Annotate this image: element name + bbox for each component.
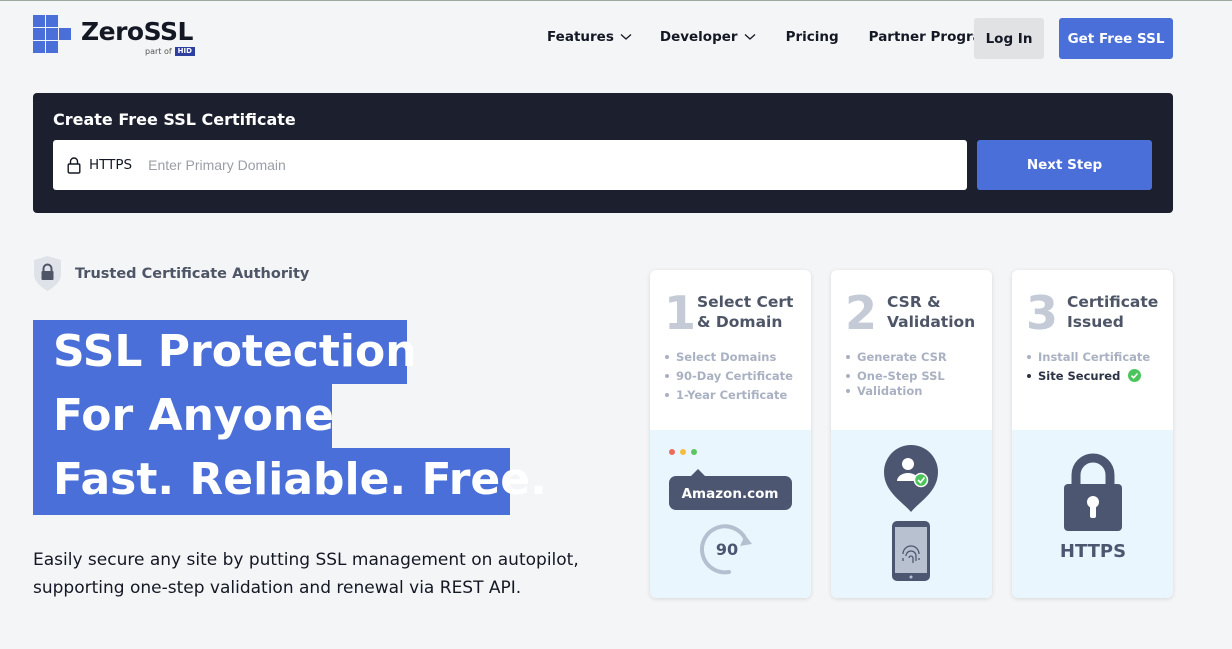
step-number: 1 — [664, 286, 697, 340]
check-icon — [913, 472, 929, 488]
step-title-line-1: CSR & — [887, 293, 941, 311]
list-item: One-Step SSL — [846, 369, 947, 384]
validation-illustration — [884, 445, 938, 581]
zerossl-logo[interactable]: ZeroSSL part of HID — [33, 15, 213, 61]
list-item: 90-Day Certificate — [665, 369, 793, 384]
get-free-ssl-button[interactable]: Get Free SSL — [1059, 18, 1173, 59]
step-title-line-2: & Domain — [697, 313, 783, 331]
logo-mark-icon — [33, 15, 71, 53]
list-item: 1-Year Certificate — [665, 388, 793, 403]
step-illustration: HTTPS — [1012, 430, 1173, 598]
step-number: 2 — [845, 286, 878, 340]
step-title-line-2: Validation — [887, 313, 976, 331]
browser-domain-illustration: Amazon.com 90 — [669, 449, 792, 575]
trusted-badge: Trusted Certificate Authority — [33, 255, 309, 292]
site-secured-label: Site Secured — [1038, 369, 1121, 383]
list-item: Select Domains — [665, 350, 793, 365]
step-title: Select Cert & Domain — [697, 292, 793, 332]
step-title-line-1: Select Cert — [697, 293, 794, 311]
nav-features-label: Features — [547, 29, 614, 45]
step-title-line-1: Certificate — [1067, 293, 1159, 311]
step-items: Generate CSR One-Step SSL Validation — [846, 350, 947, 403]
nav-developer[interactable]: Developer — [660, 29, 756, 45]
part-of-text: part of — [145, 47, 172, 56]
list-item: Install Certificate — [1027, 350, 1150, 365]
hero-description-line-1: Easily secure any site by putting SSL ma… — [33, 550, 579, 570]
nav-pricing-label: Pricing — [785, 29, 839, 45]
step-illustration: Amazon.com 90 — [650, 430, 811, 598]
part-of-label: part of HID — [145, 47, 195, 56]
step-number: 3 — [1026, 286, 1059, 340]
nav-features[interactable]: Features — [547, 29, 632, 45]
nav-pricing[interactable]: Pricing — [786, 29, 839, 45]
step-card-3: 3 Certificate Issued Install Certificate… — [1012, 270, 1173, 598]
headline-line-2: For Anyone — [33, 384, 334, 448]
shield-lock-icon — [34, 256, 61, 291]
create-certificate-title: Create Free SSL Certificate — [53, 110, 296, 129]
create-certificate-panel: Create Free SSL Certificate HTTPS Next S… — [33, 93, 1173, 213]
login-button[interactable]: Log In — [974, 18, 1044, 59]
list-item-continuation: Validation — [846, 384, 947, 399]
headline-line-1: SSL Protection — [33, 320, 417, 384]
brand-name: ZeroSSL — [81, 17, 193, 46]
step-illustration — [831, 430, 992, 598]
step-card-1: 1 Select Cert & Domain Select Domains 90… — [650, 270, 811, 598]
list-item: Generate CSR — [846, 350, 947, 365]
padlock-illustration: HTTPS — [1060, 453, 1126, 562]
step-title: CSR & Validation — [887, 292, 975, 332]
lock-icon — [67, 157, 81, 174]
check-circle-icon — [1128, 369, 1142, 382]
chevron-down-icon — [744, 34, 755, 40]
domain-label: Amazon.com — [682, 486, 779, 502]
days-label: 90 — [716, 540, 738, 559]
step-title-line-2: Issued — [1067, 313, 1124, 331]
primary-domain-input[interactable] — [148, 157, 967, 173]
hero-description-line-2: supporting one-step validation and renew… — [33, 578, 522, 598]
step-items: Select Domains 90-Day Certificate 1-Year… — [665, 350, 793, 407]
headline-line-3: Fast. Reliable. Free. — [33, 448, 547, 515]
padlock-icon — [1071, 453, 1115, 485]
main-nav: Features Developer Pricing Partner Progr… — [547, 21, 996, 53]
list-item-secured: Site Secured — [1027, 369, 1150, 384]
next-step-button[interactable]: Next Step — [977, 140, 1152, 190]
https-label: HTTPS — [1060, 541, 1126, 562]
step-items: Install Certificate Site Secured — [1027, 350, 1150, 388]
nav-developer-label: Developer — [659, 29, 738, 45]
step-title: Certificate Issued — [1067, 292, 1158, 332]
trusted-label: Trusted Certificate Authority — [75, 265, 310, 282]
hero-description: Easily secure any site by putting SSL ma… — [33, 546, 633, 602]
hid-badge: HID — [174, 47, 195, 56]
https-prefix: HTTPS — [89, 157, 133, 173]
domain-field[interactable]: HTTPS — [53, 140, 967, 190]
chevron-down-icon — [620, 34, 632, 40]
step-card-2: 2 CSR & Validation Generate CSR One-Step… — [831, 270, 992, 598]
